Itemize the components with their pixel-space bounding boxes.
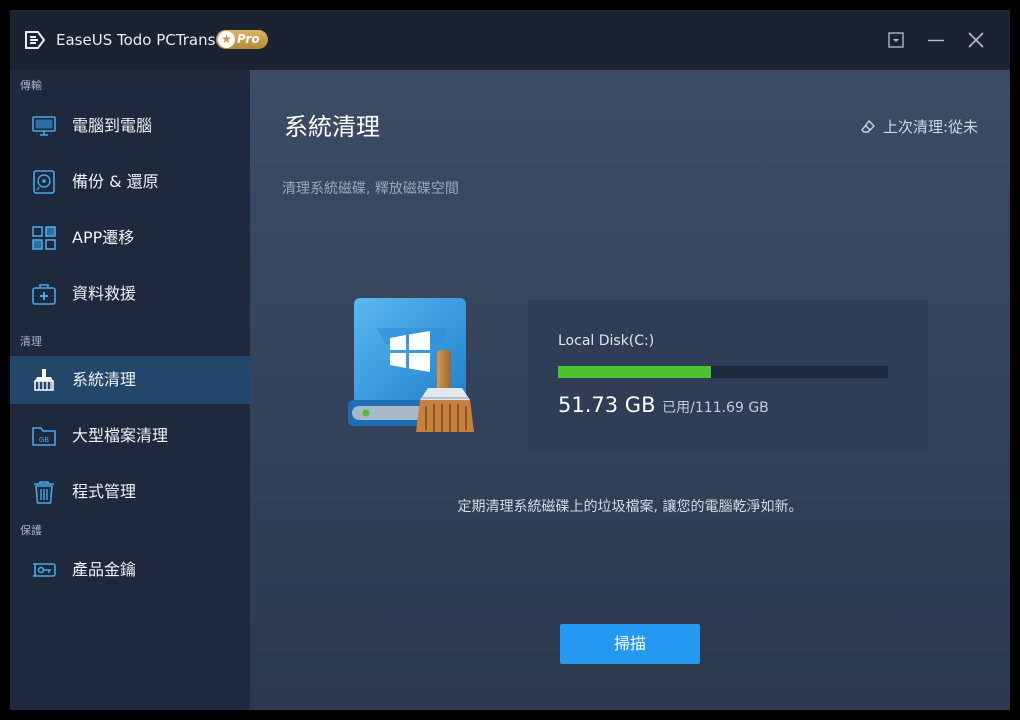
sidebar: 傳輸 電腦到電腦 備份 & 還原 APP遷移 資料救援 清理 系統清理 GB 大…	[10, 70, 250, 710]
app-logo-icon	[25, 31, 46, 49]
dropdown-menu-icon[interactable]	[884, 28, 908, 52]
sidebar-item-label: 程式管理	[72, 482, 137, 501]
sidebar-item-label: 大型檔案清理	[72, 426, 169, 445]
sidebar-item-label: 備份 & 還原	[72, 172, 159, 191]
app-title: EaseUS Todo PCTrans	[56, 31, 216, 49]
eraser-icon	[861, 119, 876, 133]
sidebar-item-backup-restore[interactable]: 備份 & 還原	[10, 158, 250, 206]
app-window: EaseUS Todo PCTrans ★ Pro 傳輸 電腦到電腦 備份 & …	[10, 10, 1010, 710]
scan-button[interactable]: 掃描	[560, 624, 700, 664]
cleanup-description: 定期清理系統磁碟上的垃圾檔案, 讓您的電腦乾淨如新。	[457, 499, 803, 515]
main-panel: 系統清理 上次清理:從未 清理系統磁碟, 釋放磁碟空間 Local Disk(C…	[250, 70, 1010, 710]
disk-name: Local Disk(C:)	[558, 333, 655, 349]
sidebar-item-data-rescue[interactable]: 資料救援	[10, 270, 250, 318]
page-subtitle: 清理系統磁碟, 釋放磁碟空間	[282, 181, 459, 197]
pro-badge: ★ Pro	[216, 30, 268, 49]
sidebar-item-label: 電腦到電腦	[72, 116, 153, 135]
monitor-icon	[32, 116, 56, 136]
sidebar-section-transfer: 傳輸	[20, 79, 42, 92]
key-icon	[33, 563, 56, 577]
disc-icon	[33, 170, 55, 194]
sidebar-item-label: 產品金鑰	[72, 560, 137, 579]
last-clean-label: 上次清理:從未	[882, 118, 978, 136]
pro-badge-label: Pro	[237, 32, 260, 46]
disk-used-value: 51.73 GB	[558, 393, 656, 417]
title-bar: EaseUS Todo PCTrans ★ Pro	[10, 10, 1010, 70]
sidebar-item-app-migration[interactable]: APP遷移	[10, 214, 250, 262]
sidebar-item-label: 資料救援	[72, 284, 137, 303]
sidebar-item-system-cleanup[interactable]: 系統清理	[10, 356, 250, 404]
sidebar-item-app-management[interactable]: 程式管理	[10, 468, 250, 516]
disk-cleanup-illustration	[348, 298, 474, 432]
last-clean-status: 上次清理:從未	[860, 117, 978, 137]
disk-usage-bar	[558, 366, 888, 378]
gb-folder-icon: GB	[32, 427, 56, 446]
first-aid-kit-icon	[32, 284, 56, 305]
broom-icon	[34, 369, 54, 391]
disk-usage-text: 51.73 GB 已用/111.69 GB	[558, 391, 769, 422]
sidebar-item-pc-to-pc[interactable]: 電腦到電腦	[10, 102, 250, 150]
sidebar-item-product-key[interactable]: 產品金鑰	[10, 546, 250, 594]
disk-usage-fill	[558, 366, 711, 378]
disk-total-value: /111.69 GB	[690, 400, 769, 416]
star-icon: ★	[218, 31, 235, 48]
trash-icon	[34, 481, 54, 504]
disk-used-label: 已用	[662, 400, 691, 416]
svg-text:GB: GB	[39, 436, 49, 444]
sidebar-item-large-file-cleanup[interactable]: GB 大型檔案清理	[10, 412, 250, 460]
minimize-icon[interactable]	[924, 28, 948, 52]
close-icon[interactable]	[964, 28, 988, 52]
sidebar-section-protection: 保護	[20, 524, 42, 537]
sidebar-section-cleanup: 清理	[20, 335, 42, 348]
sidebar-item-label: 系統清理	[72, 370, 137, 389]
disk-info-card: Local Disk(C:) 51.73 GB 已用/111.69 GB	[528, 300, 928, 450]
apps-grid-icon	[32, 226, 56, 250]
sidebar-item-label: APP遷移	[72, 228, 135, 247]
page-title: 系統清理	[284, 113, 380, 141]
